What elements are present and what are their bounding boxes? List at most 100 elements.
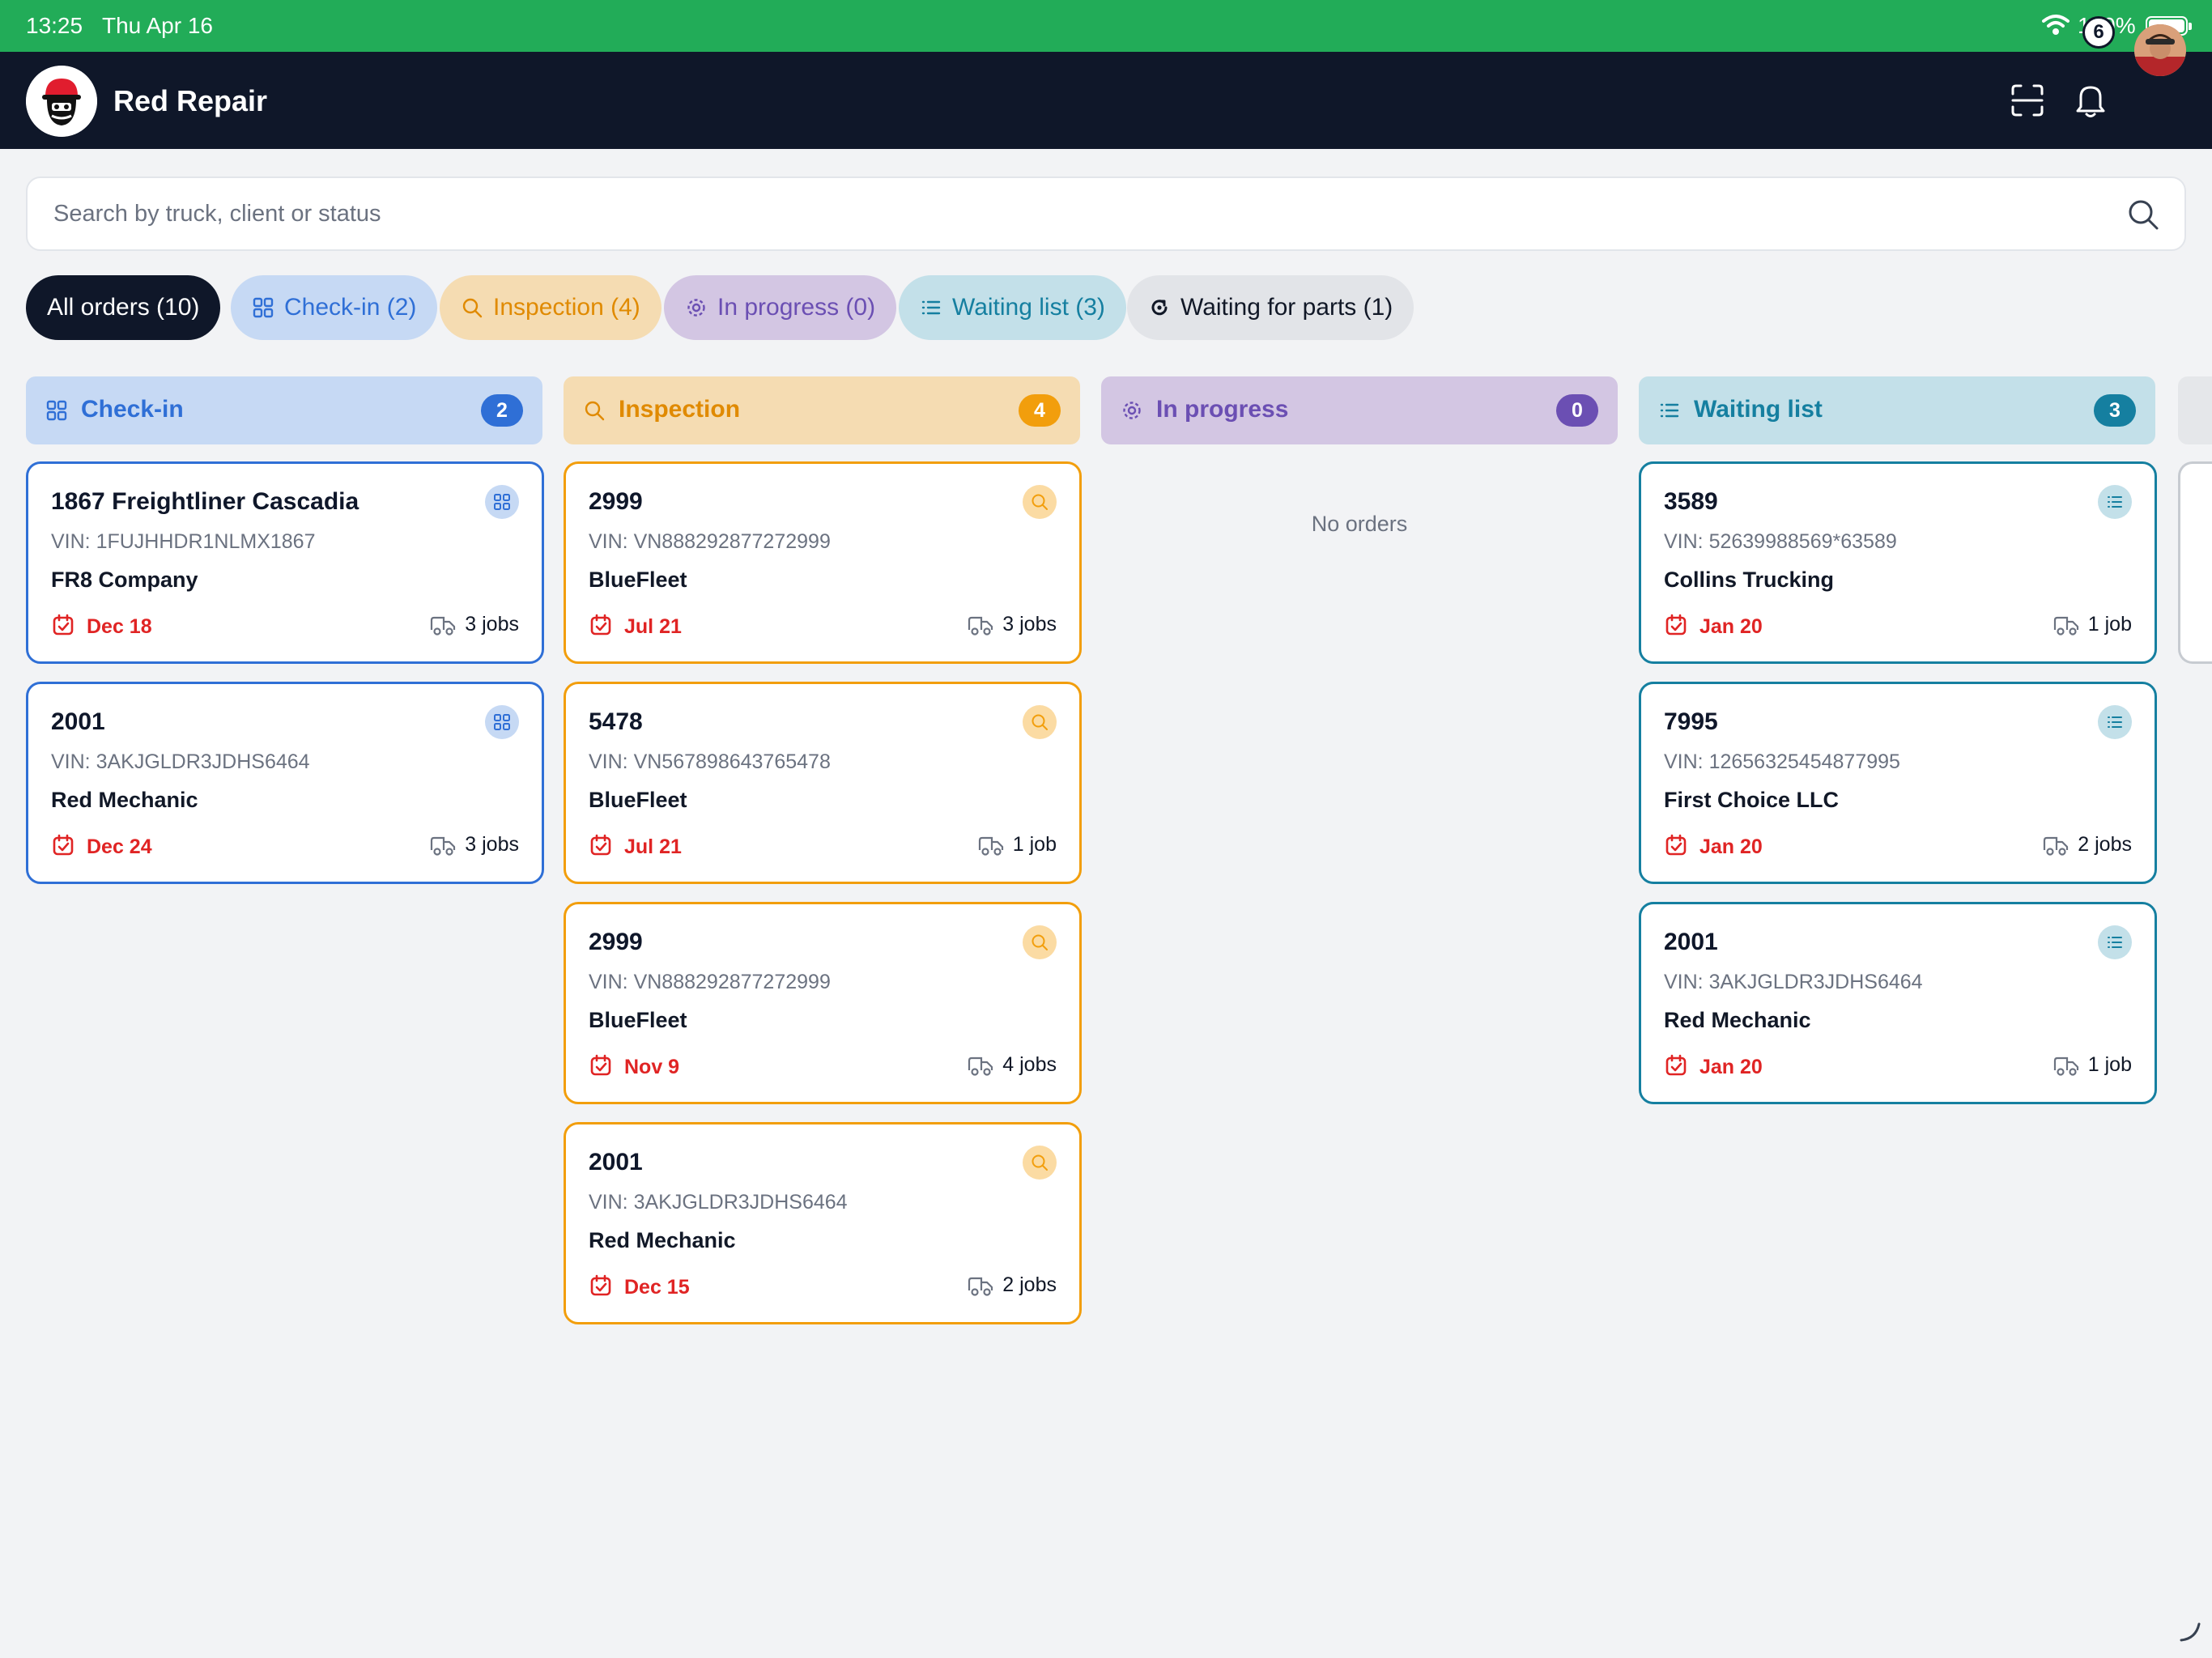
- due-date: Dec 18: [87, 615, 152, 638]
- search-icon[interactable]: [2126, 198, 2160, 232]
- client-name: Red Mechanic: [1664, 1008, 1811, 1032]
- jobs-label: 4 jobs: [1002, 1053, 1057, 1076]
- search-icon: [1032, 1154, 1048, 1171]
- calendar-icon: [590, 834, 611, 856]
- vin-text: VIN: VN888292877272999: [589, 530, 831, 553]
- app-title: Red Repair: [113, 84, 268, 117]
- scan-icon[interactable]: [2010, 83, 2045, 118]
- filter-inspection[interactable]: Inspection (4): [440, 275, 661, 340]
- status-badge: [2098, 705, 2132, 739]
- status-badge: [2098, 925, 2132, 959]
- client-name: Red Mechanic: [51, 788, 198, 812]
- grid-icon: [46, 400, 67, 421]
- list-icon: [1660, 403, 1679, 418]
- order-card[interactable]: 1867 Freightliner Cascadia VIN: 1FUJHHDR…: [26, 461, 544, 664]
- calendar-icon: [53, 614, 74, 636]
- filter-label: All orders (10): [47, 294, 200, 321]
- filter-label: Inspection (4): [493, 294, 640, 321]
- order-card[interactable]: [2178, 461, 2212, 664]
- client-name: BlueFleet: [589, 568, 687, 592]
- jobs-label: 3 jobs: [1002, 613, 1057, 636]
- jobs-count: 3 jobs: [429, 833, 519, 857]
- filter-waiting-for-parts[interactable]: Waiting for parts (1): [1127, 275, 1414, 340]
- refresh-icon: [1151, 300, 1168, 316]
- jobs-count: 4 jobs: [967, 1053, 1057, 1077]
- truck-icon: [2044, 836, 2069, 856]
- filter-all-orders[interactable]: All orders (10): [26, 275, 221, 340]
- vin-text: VIN: 3AKJGLDR3JDHS6464: [589, 1191, 848, 1214]
- grid-icon: [494, 494, 510, 510]
- due-date: Jul 21: [624, 615, 682, 638]
- vin-text: VIN: 3AKJGLDR3JDHS6464: [51, 750, 310, 773]
- filter-in-progress[interactable]: In progress (0): [664, 275, 897, 340]
- column-title: In progress: [1156, 396, 1289, 423]
- filter-label: Check-in (2): [284, 294, 417, 321]
- truck-icon: [978, 836, 1003, 856]
- column-count: 0: [1556, 394, 1598, 427]
- status-badge: [1023, 925, 1057, 959]
- calendar-icon: [1665, 614, 1687, 636]
- user-avatar[interactable]: [2134, 24, 2186, 76]
- due-date: Jan 20: [1699, 615, 1763, 638]
- list-icon: [2108, 937, 2122, 948]
- due-date: Dec 15: [624, 1276, 690, 1299]
- column-count: 4: [1019, 394, 1061, 427]
- order-card[interactable]: 7995 VIN: 12656325454877995 First Choice…: [1639, 682, 2157, 884]
- search-bar: [26, 176, 2186, 251]
- status-badge: [485, 705, 519, 739]
- calendar-icon: [53, 834, 74, 856]
- jobs-count: 2 jobs: [967, 1273, 1057, 1297]
- calendar-icon: [590, 1054, 611, 1076]
- order-card[interactable]: 2001 VIN: 3AKJGLDR3JDHS6464 Red Mechanic…: [564, 1122, 1082, 1324]
- vin-text: VIN: 3AKJGLDR3JDHS6464: [1664, 971, 1923, 993]
- jobs-count: 3 jobs: [967, 613, 1057, 636]
- client-name: Collins Trucking: [1664, 568, 1835, 592]
- jobs-label: 1 job: [2087, 1053, 2132, 1076]
- bell-icon[interactable]: [2073, 81, 2108, 120]
- status-date: Thu Apr 16: [102, 13, 213, 38]
- jobs-label: 2 jobs: [1002, 1273, 1057, 1296]
- status-badge: [2098, 485, 2132, 519]
- jobs-count: 1 job: [2052, 1053, 2132, 1077]
- order-card[interactable]: 2001 VIN: 3AKJGLDR3JDHS6464 Red Mechanic…: [26, 682, 544, 884]
- order-title: 2999: [589, 929, 643, 955]
- truck-icon: [968, 1277, 993, 1296]
- client-name: Red Mechanic: [589, 1228, 736, 1252]
- status-badge: [1023, 485, 1057, 519]
- gear-icon: [687, 299, 705, 317]
- search-icon: [585, 401, 605, 421]
- filter-label: Waiting for parts (1): [1180, 294, 1393, 321]
- resize-handle-icon: [2180, 1622, 2201, 1642]
- column-count: 3: [2094, 394, 2136, 427]
- status-bar: 13:25 Thu Apr 16 100%: [0, 0, 2212, 52]
- search-icon: [462, 298, 483, 318]
- client-name: BlueFleet: [589, 788, 687, 812]
- jobs-count: 2 jobs: [2042, 833, 2132, 857]
- wifi-icon: [2042, 15, 2069, 35]
- search-icon: [1032, 714, 1048, 730]
- order-card[interactable]: 5478 VIN: VN567898643765478 BlueFleet Ju…: [564, 682, 1082, 884]
- jobs-label: 3 jobs: [465, 833, 519, 856]
- status-badge: [1023, 1146, 1057, 1180]
- status-badge: [485, 485, 519, 519]
- list-icon: [2108, 496, 2122, 508]
- order-card[interactable]: 2001 VIN: 3AKJGLDR3JDHS6464 Red Mechanic…: [1639, 902, 2157, 1104]
- calendar-icon: [1665, 1054, 1687, 1076]
- order-card[interactable]: 2999 VIN: VN888292877272999 BlueFleet No…: [564, 902, 1082, 1104]
- due-date: Jul 21: [624, 835, 682, 858]
- order-title: 2001: [51, 708, 105, 735]
- search-icon: [1032, 934, 1048, 950]
- column-title: Inspection: [619, 396, 741, 423]
- search-input[interactable]: [53, 178, 2078, 249]
- order-card[interactable]: 3589 VIN: 52639988569*63589 Collins Truc…: [1639, 461, 2157, 664]
- list-icon: [921, 300, 941, 315]
- order-card[interactable]: 2999 VIN: VN888292877272999 BlueFleet Ju…: [564, 461, 1082, 664]
- status-badge: [1023, 705, 1057, 739]
- brand-logo[interactable]: [26, 66, 97, 137]
- order-title: 3589: [1664, 488, 1718, 515]
- empty-state: No orders: [1311, 512, 1408, 536]
- due-date: Jan 20: [1699, 835, 1763, 858]
- filter-waiting-list[interactable]: Waiting list (3): [899, 275, 1126, 340]
- filter-check-in[interactable]: Check-in (2): [231, 275, 438, 340]
- filter-label: In progress (0): [717, 294, 876, 321]
